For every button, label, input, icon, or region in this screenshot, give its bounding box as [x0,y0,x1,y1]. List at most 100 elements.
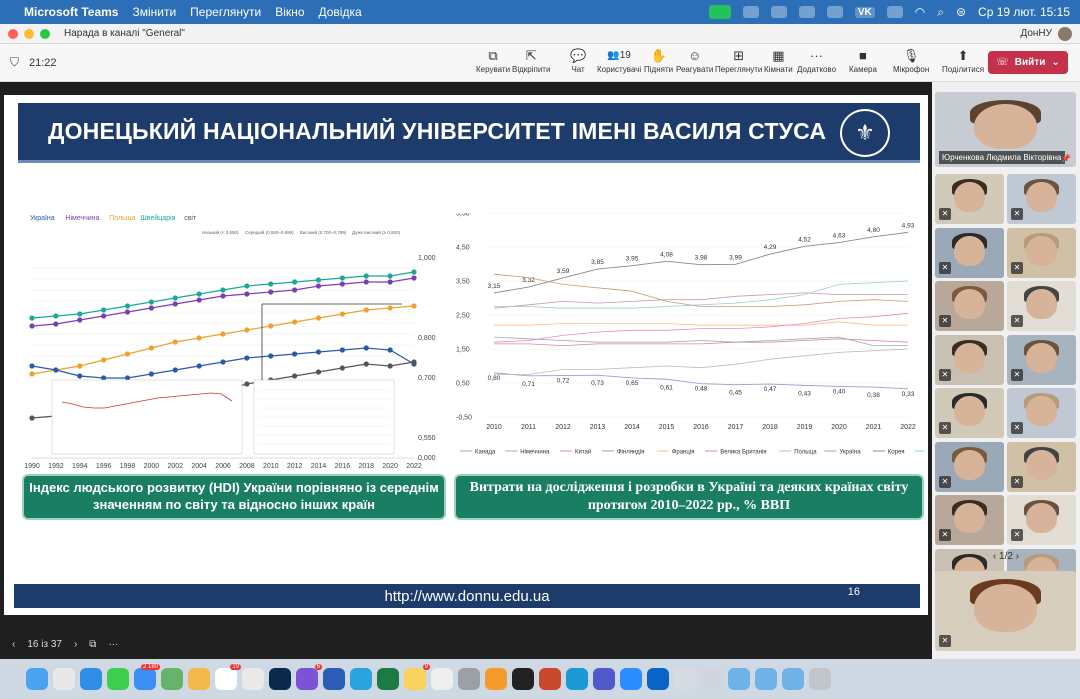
data-point [411,275,417,281]
chat-button[interactable]: 💬 Чат [570,47,586,74]
mic-button[interactable]: 🎙 Мікрофон [893,47,929,74]
maps-icon[interactable] [161,668,183,690]
thumbnails-icon[interactable]: ⧉ [89,639,96,650]
camera-button[interactable]: ■ Камера [849,47,877,74]
participant-tile[interactable]: ✕ [1007,441,1076,492]
react-button[interactable]: ☺ Реагувати [676,47,713,74]
preview-icon[interactable] [674,668,696,690]
menu-item-help[interactable]: Довідка [319,5,362,19]
prev-slide-icon[interactable]: ‹ [12,639,15,650]
share-button[interactable]: ⬆ Поділитися [942,47,984,74]
excel-icon[interactable] [377,668,399,690]
notes-icon[interactable]: 9 [404,664,430,690]
telegram-icon[interactable] [350,668,372,690]
trash-icon[interactable] [809,668,831,690]
photoshop-icon[interactable] [269,668,291,690]
wifi-icon[interactable]: ◠ [915,5,925,19]
self-view-tile[interactable]: ✕ [935,571,1076,651]
participant-tile[interactable]: ✕ [1007,174,1076,224]
app-name[interactable]: Microsoft Teams [24,5,118,19]
x-tick-label: 2004 [191,463,207,470]
shield-icon[interactable]: ⛉ [10,55,19,70]
participant-tile[interactable]: ✕ [1007,281,1076,331]
pager-next-icon[interactable]: › [1016,551,1019,562]
stickies-icon[interactable] [431,668,453,690]
minimize-window-button[interactable] [24,28,34,39]
photo-viewer-icon[interactable] [701,668,723,690]
pages-icon[interactable] [485,668,507,690]
chrome-icon[interactable] [242,668,264,690]
close-window-button[interactable] [8,28,18,39]
participant-tile[interactable]: ✕ [935,281,1004,331]
finder-icon[interactable] [26,668,48,690]
people-button[interactable]: 👥19 Користувачі [597,47,641,74]
participant-tile[interactable]: ✕ [935,441,1004,492]
participants-pager: ‹ 1/2 › [932,551,1080,562]
settings-icon[interactable] [458,668,480,690]
next-slide-icon[interactable]: › [74,639,77,650]
safari-icon[interactable] [80,668,102,690]
folder-icon[interactable] [782,668,804,690]
inset-chart-frame [51,379,243,455]
participant-tile[interactable]: ✕ [935,174,1004,224]
more-icon[interactable]: ··· [108,639,118,650]
y-tick-label: 0,550 [418,435,436,442]
zoom-icon[interactable] [620,668,642,690]
messages-icon[interactable] [107,668,129,690]
participant-tile[interactable]: ✕ [935,334,1004,385]
participant-tile[interactable]: ✕ [1007,334,1076,385]
leave-button[interactable]: ☏ Вийти ⌄ [988,51,1068,74]
participant-face [974,104,1037,149]
participant-tile[interactable]: ✕ [935,388,1004,438]
menubar-clock[interactable]: Ср 19 лют. 15:15 [978,5,1070,19]
skype-icon[interactable] [566,668,588,690]
calendar-icon[interactable]: 19 [215,664,241,690]
view-button[interactable]: ⊞ Переглянути [715,47,762,74]
participant-face [1026,289,1057,319]
pager-prev-icon[interactable]: ‹ [993,551,996,562]
camera-active-icon[interactable] [708,5,731,19]
participant-tile[interactable]: ✕ [935,227,1004,278]
manage-button[interactable]: ⧉ Керувати [476,47,510,74]
photos-icon[interactable] [188,668,210,690]
tray-icon[interactable] [826,6,843,18]
button-label: Додатково [797,65,837,74]
menu-item-edit[interactable]: Змінити [132,5,176,19]
chevron-down-icon[interactable]: ⌄ [1051,57,1059,68]
data-point [124,303,131,309]
search-icon[interactable]: ⌕ [937,5,944,20]
participant-tile[interactable]: ✕ [935,495,1004,545]
tray-icon[interactable] [770,6,787,18]
teams-icon[interactable] [593,668,615,690]
participant-tile[interactable]: ✕ [1007,388,1076,438]
word-icon[interactable] [323,668,345,690]
pin-icon[interactable]: 📌 [1061,154,1071,163]
powerpoint-icon[interactable] [539,668,561,690]
vk-icon[interactable]: VK [854,6,875,18]
menu-item-window[interactable]: Вікно [275,5,304,19]
active-speaker-tile[interactable]: Юрченкова Людмила Вікторівна 📌 [935,92,1076,167]
battery-icon[interactable] [886,6,903,18]
y-tick-label: 3,50 [456,279,470,286]
tray-icon[interactable] [742,6,759,18]
more-button[interactable]: ··· Додатково [797,47,836,74]
participant-tile[interactable]: ✕ [1007,495,1076,545]
menu-item-view[interactable]: Переглянути [190,5,261,19]
unpin-button[interactable]: ⇱ Відкріпити [512,47,550,74]
outlook-icon[interactable] [647,668,669,690]
zoom-window-button[interactable] [40,28,50,39]
control-center-icon[interactable]: ⊜ [956,5,966,19]
raise-hand-button[interactable]: ✋ Підняти [644,47,673,74]
data-point [292,279,298,285]
folder-icon[interactable] [728,668,750,690]
folder-icon[interactable] [755,668,777,690]
account-avatar[interactable] [1058,26,1072,41]
launchpad-icon[interactable] [53,668,75,690]
participant-face [1026,449,1057,480]
mail-icon[interactable]: 2 180 [134,664,160,690]
tray-icon[interactable] [798,6,815,18]
participant-tile[interactable]: ✕ [1007,227,1076,278]
rooms-button[interactable]: ▦ Кімнати [764,47,793,74]
viber-icon[interactable]: 6 [296,664,322,690]
chatgpt-icon[interactable] [512,668,534,690]
